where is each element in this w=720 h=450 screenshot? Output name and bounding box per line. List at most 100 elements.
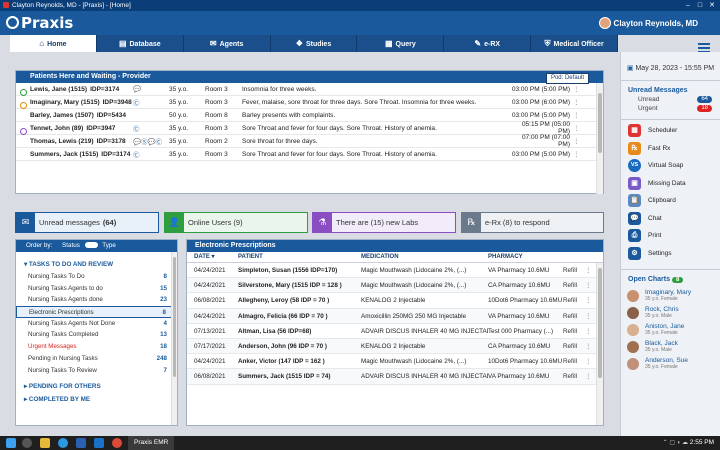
clock[interactable]: 2:55 PM [690,439,714,446]
close-button[interactable]: ✕ [706,0,718,11]
side-menu-fast-rx[interactable]: ℞ Fast Rx [621,140,720,158]
rx-scrollbar[interactable] [596,263,603,425]
row-menu-icon[interactable]: ⋮ [573,150,581,158]
task-item[interactable]: Electronic Prescriptions 8 [16,306,177,318]
unread-row[interactable]: Unread 64 [621,94,720,103]
edge-icon[interactable] [58,438,68,448]
row-menu-icon[interactable]: ⋮ [573,85,581,93]
rx-row[interactable]: 04/24/2021 Almagro, Felicia (66 IDP = 70 … [187,308,603,324]
task-item[interactable]: Nursing Tasks Completed 13 [16,329,177,341]
group-pending-for-others[interactable]: ▸ PENDING FOR OTHERS [16,380,177,393]
rx-row[interactable]: 07/17/2021 Anderson, John (96 IDP = 70 ) K… [187,338,603,355]
row-menu-icon[interactable]: ⋮ [585,339,593,353]
row-menu-icon[interactable]: ⋮ [573,124,581,132]
rx-row[interactable]: 06/08/2021 Summers, Jack (1515 IDP = 74) A… [187,369,603,385]
summary-tile-1[interactable]: ✉ Unread messages (64) [15,212,159,233]
tab-medical-officer[interactable]: ⛨ Medical Officer [531,35,619,52]
task-item[interactable]: Urgent Messages 18 [16,341,177,353]
tab-query[interactable]: ▦ Query [357,35,445,52]
rx-row[interactable]: 04/24/2021 Simpleton, Susan (1556 IDP=170… [187,263,603,279]
row-menu-icon[interactable]: ⋮ [585,369,593,383]
tab-e-rx[interactable]: ✎ e-RX [444,35,532,52]
order-status-option[interactable]: Status [62,242,80,249]
side-menu-scheduler[interactable]: ▦ Scheduler [621,122,720,140]
group-completed-by-me[interactable]: ▸ COMPLETED BY ME [16,393,177,406]
patient-flags-icon[interactable]: Ⓒ [133,97,169,107]
waiting-scrollbar[interactable] [596,83,603,194]
windows-start-icon[interactable] [6,438,16,448]
scroll-thumb[interactable] [173,257,176,377]
summary-tile-2[interactable]: 👤 Online Users (9) [164,212,308,233]
waiting-row[interactable]: Summers, Jack (1515) IDP=3174 Ⓒ 35 y.o. Room… [16,148,603,161]
open-chart-item[interactable]: Imaginary, Mary 35 y.o. Female [621,287,720,304]
row-menu-icon[interactable]: ⋮ [573,98,581,106]
tab-database[interactable]: ▤ Database [96,35,184,52]
rx-row[interactable]: 07/13/2021 Altman, Lisa (56 IDP=68) ADVAIR… [187,324,603,339]
col-pharmacy[interactable]: PHARMACY [488,252,563,262]
unread-row[interactable]: Urgent 18 [621,103,720,112]
rx-row[interactable]: 06/08/2021 Allegheny, Leroy (58 IDP = 70 … [187,293,603,309]
chrome-icon[interactable] [112,438,122,448]
scroll-thumb[interactable] [598,268,602,378]
row-menu-icon[interactable]: ⋮ [573,137,581,145]
waiting-row[interactable]: Thomas, Lewis (219) IDP=3178 💬Ⓢ💬Ⓒ 35 y.o. Ro… [16,134,603,148]
task-count: 23 [160,296,167,304]
task-item[interactable]: Nursing Tasks Agents done 23 [16,294,177,306]
open-chart-item[interactable]: Rock, Chris 35 y.o. Male [621,304,720,321]
patient-flags-icon[interactable]: Ⓒ [133,149,169,159]
patient-flags-icon[interactable]: Ⓒ [133,123,169,133]
task-item[interactable]: Nursing Tasks Agents to do 15 [16,283,177,295]
row-menu-icon[interactable]: ⋮ [573,111,581,119]
explorer-icon[interactable] [40,438,50,448]
praxis-logo[interactable]: Praxis [6,14,73,32]
side-menu-virtual-soap[interactable]: VS Virtual Soap [621,157,720,175]
tab-agents[interactable]: ✉ Agents [183,35,271,52]
tasks-scrollbar[interactable] [171,252,177,425]
row-menu-icon[interactable]: ⋮ [585,324,593,338]
task-item[interactable]: Nursing Tasks To Do 8 [16,271,177,283]
scroll-thumb[interactable] [598,93,602,153]
side-menu-print[interactable]: ⎙ Print [621,227,720,245]
side-menu-clipboard[interactable]: 📋 Clipboard [621,192,720,210]
waiting-row[interactable]: Imaginary, Mary (1515) IDP=3948 Ⓒ 35 y.o. Ro… [16,96,603,109]
task-label: Nursing Tasks Completed [28,331,99,339]
open-chart-item[interactable]: Anderson, Sue 35 y.o. Female [621,355,720,372]
tab-home[interactable]: ⌂ Home [10,35,97,52]
word-icon[interactable] [76,438,86,448]
maximize-button[interactable]: □ [694,0,706,11]
open-chart-item[interactable]: Black, Jack 35 y.o. Male [621,338,720,355]
minimize-button[interactable]: – [682,0,694,11]
group-tasks-to-do[interactable]: ▾ TASKS TO DO AND REVIEW [16,258,177,271]
side-menu-chat[interactable]: 💬 Chat [621,210,720,228]
side-menu-missing-data[interactable]: ▣ Missing Data [621,175,720,193]
patient-flags-icon[interactable]: 💬 [133,85,169,93]
col-date[interactable]: DATE ▾ [187,252,238,262]
task-item[interactable]: Nursing Tasks Agents Not Done 4 [16,318,177,330]
row-menu-icon[interactable]: ⋮ [585,263,593,277]
taskbar-app-praxis[interactable]: Praxis EMR [128,436,175,450]
row-menu-icon[interactable]: ⋮ [585,309,593,323]
rx-row[interactable]: 04/24/2021 Anker, Victor (147 IDP = 162 )… [187,354,603,370]
row-menu-icon[interactable]: ⋮ [585,278,593,292]
outlook-icon[interactable] [94,438,104,448]
task-item[interactable]: Pending in Nursing Tasks 248 [16,353,177,365]
tab-studies[interactable]: ❖ Studies [270,35,358,52]
summary-tile-3[interactable]: ⚗ There are (15) new Labs [312,212,456,233]
order-toggle[interactable] [84,242,98,248]
waiting-row[interactable]: Lewis, Jane (1515) IDP=3174 💬 35 y.o. Room 3… [16,83,603,96]
row-menu-icon[interactable]: ⋮ [585,293,593,307]
rx-icon: ℞ [462,213,481,232]
side-menu-settings[interactable]: ⚙ Settings [621,245,720,263]
search-icon[interactable] [22,438,32,448]
open-chart-item[interactable]: Aniston, Jane 35 y.o. Female [621,321,720,338]
pod-button[interactable]: Pod: Default [545,73,589,84]
patient-flags-icon[interactable]: 💬Ⓢ💬Ⓒ [133,136,169,146]
order-type-option[interactable]: Type [102,242,116,249]
summary-tile-4[interactable]: ℞ e-Rx (8) to respond [461,212,604,233]
col-patient[interactable]: PATIENT [238,252,361,262]
row-menu-icon[interactable]: ⋮ [585,354,593,368]
col-medication[interactable]: MEDICATION [361,252,488,262]
user-menu[interactable]: Clayton Reynolds, MD [598,17,698,29]
rx-row[interactable]: 04/24/2021 Silverstone, Mary (1515 IDP = … [187,278,603,294]
task-item[interactable]: Nursing Tasks To Review 7 [16,365,177,377]
